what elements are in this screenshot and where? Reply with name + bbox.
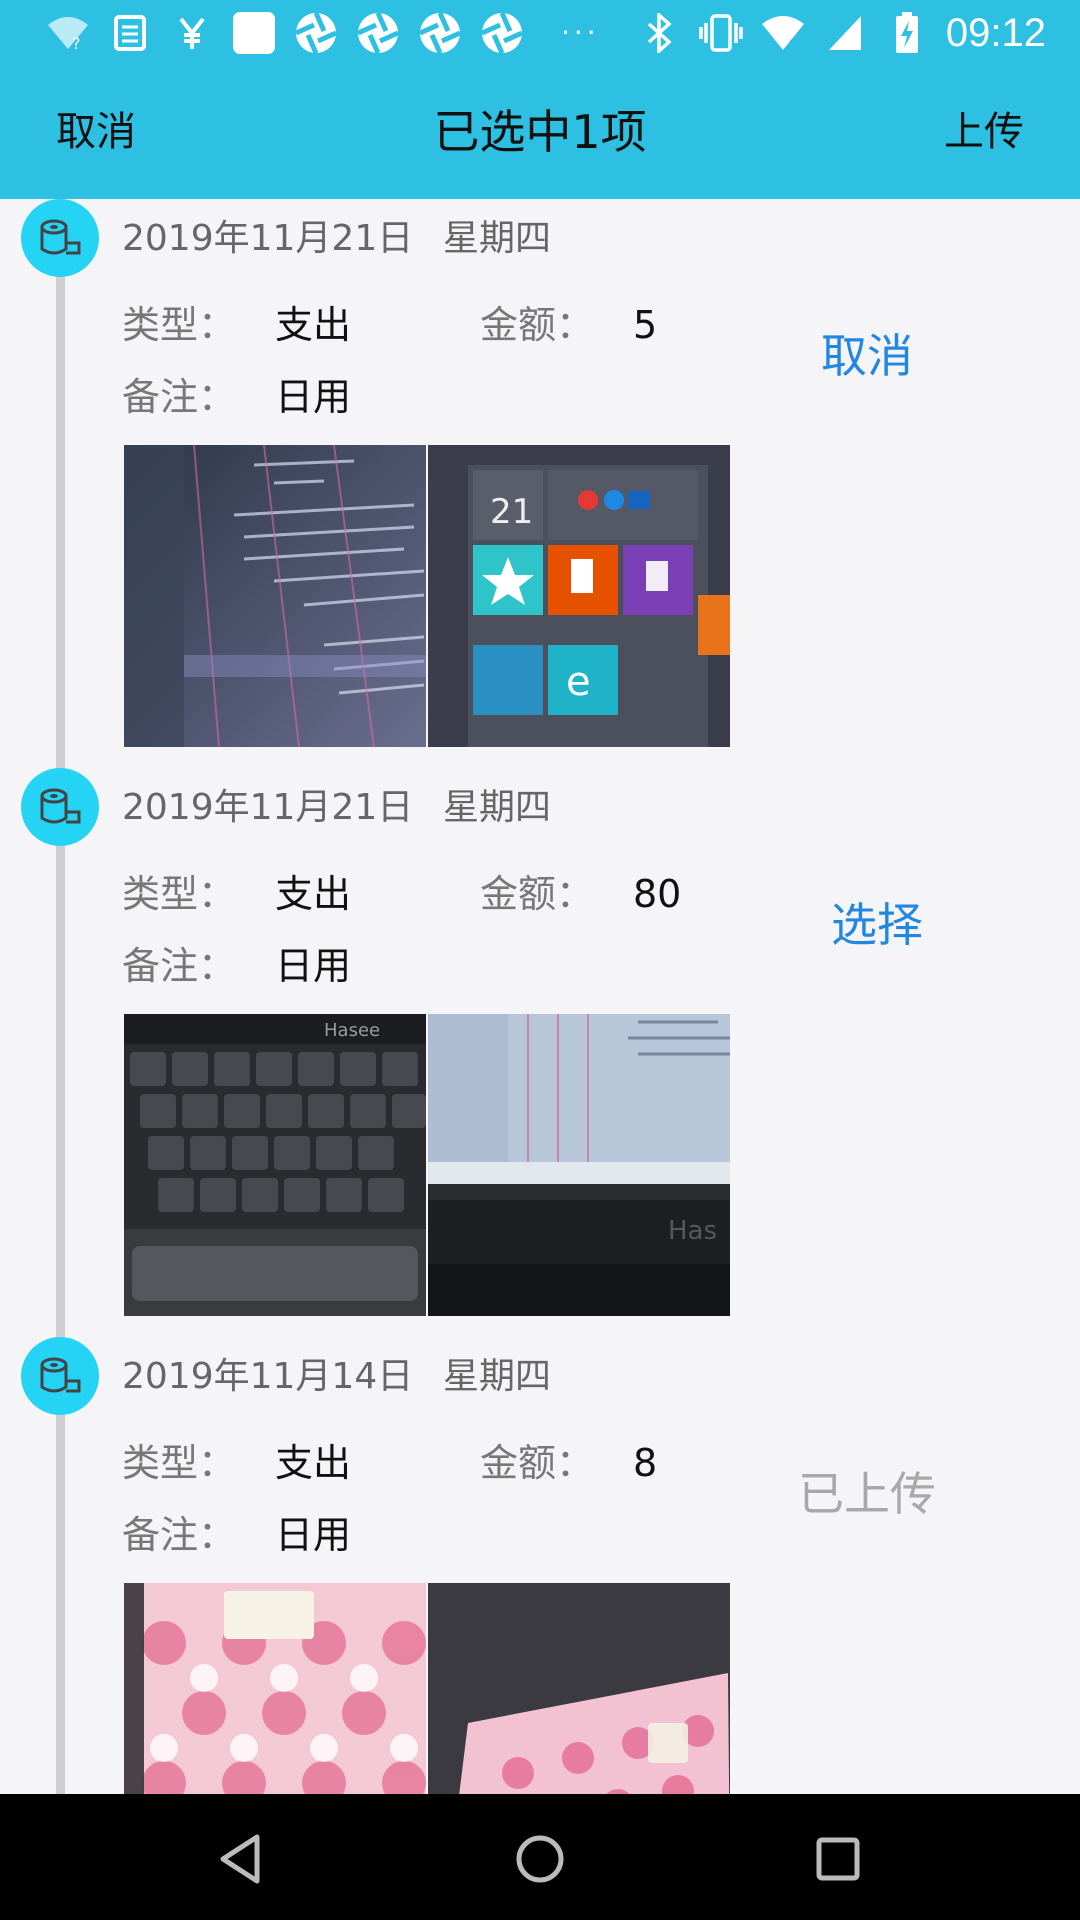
app-bar: 取消 已选中1项 上传 [0,66,1080,199]
amount-label: 金额： [480,303,595,347]
amount-value: 8 [633,1441,658,1485]
note-label: 备注： [122,1513,237,1557]
uploaded-status: 已上传 [798,1467,936,1521]
amount-label: 金额： [480,872,595,916]
aperture-icon [417,10,463,56]
more-notifications-icon: ··· [561,16,600,49]
aperture-icon [293,10,339,56]
svg-text:Has: Has [668,1216,717,1246]
select-record-button[interactable]: 选择 [831,895,923,955]
blank-square-icon [231,10,277,56]
page-title: 已选中1项 [433,105,647,159]
list-item: 2019年11月21日 星期四 类型： 支出 金额： 80 备注： 日用 选择 … [0,768,1080,1337]
type-value: 支出 [275,872,352,916]
bluetooth-icon [636,10,682,56]
yen-icon [169,10,215,56]
list-item: 2019年11月21日 星期四 类型： 支出 金额： 5 备注： 日用 取消 2… [0,199,1080,768]
signal-icon [822,10,868,56]
note-label: 备注： [122,944,237,988]
tissue-roll-icon [21,768,99,846]
record-list[interactable]: 2019年11月21日 星期四 类型： 支出 金额： 5 备注： 日用 取消 2… [0,199,1080,1794]
record-date: 2019年11月14日 [122,1356,414,1397]
amount-value: 80 [633,872,682,916]
status-system-icons: × 09:12 [636,10,1046,56]
svg-text:?: ? [72,34,81,53]
status-notification-icons: ? ··· [45,10,620,56]
clipboard-list-icon [107,10,153,56]
record-weekday: 星期四 [443,787,552,828]
navigation-bar [0,1794,1080,1920]
code-editor-photo[interactable] [124,445,426,747]
vibrate-icon [698,10,744,56]
aperture-icon [355,10,401,56]
svg-text:Hasee: Hasee [324,1020,380,1041]
tissue-pack-angled-photo[interactable] [428,1583,730,1794]
tissue-pack-photo[interactable] [124,1583,426,1794]
windows-start-menu-photo[interactable]: 21 e [428,445,730,747]
type-label: 类型： [122,1441,237,1485]
tissue-roll-icon [21,199,99,277]
note-value: 日用 [275,375,352,419]
status-bar: ? ··· × 09:12 [0,0,1080,66]
svg-text:×: × [788,36,800,52]
keyboard-photo[interactable]: Hasee [124,1014,426,1316]
recents-icon[interactable] [803,1824,873,1894]
tissue-roll-icon [21,1337,99,1415]
wifi-question-icon: ? [45,10,91,56]
laptop-screen-photo[interactable]: Has [428,1014,730,1316]
record-date: 2019年11月21日 [122,218,414,259]
wifi-icon: × [760,10,806,56]
svg-text:21: 21 [490,492,533,532]
type-value: 支出 [275,303,352,347]
aperture-icon [479,10,525,56]
upload-button[interactable]: 上传 [944,106,1024,158]
record-weekday: 星期四 [443,1356,552,1397]
record-date: 2019年11月21日 [122,787,414,828]
note-value: 日用 [275,944,352,988]
note-value: 日用 [275,1513,352,1557]
type-label: 类型： [122,303,237,347]
status-time: 09:12 [945,11,1046,55]
deselect-record-button[interactable]: 取消 [821,326,913,386]
amount-value: 5 [633,303,658,347]
back-icon[interactable] [206,1824,276,1894]
type-value: 支出 [275,1441,352,1485]
note-label: 备注： [122,375,237,419]
svg-text:e: e [566,659,591,705]
type-label: 类型： [122,872,237,916]
home-icon[interactable] [505,1824,575,1894]
record-weekday: 星期四 [443,218,552,259]
amount-label: 金额： [480,1441,595,1485]
battery-charging-icon [884,10,930,56]
list-item: 2019年11月14日 星期四 类型： 支出 金额： 8 备注： 日用 已上传 [0,1337,1080,1794]
